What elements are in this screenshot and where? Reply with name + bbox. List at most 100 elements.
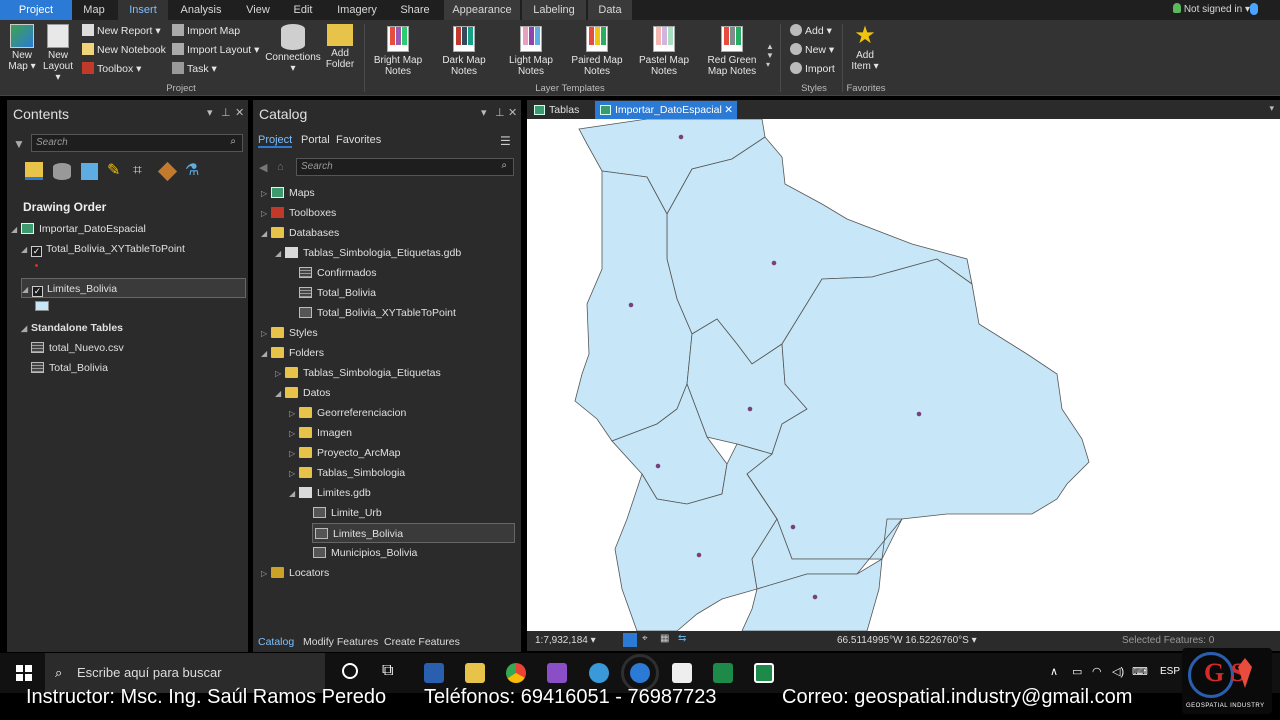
point-feature[interactable] <box>916 411 922 417</box>
gallery-expand-icon[interactable]: ▲ ▼ ▾ <box>766 42 774 69</box>
point-feature[interactable] <box>747 406 753 412</box>
visual-studio-icon[interactable] <box>547 663 567 683</box>
chrome-icon[interactable] <box>506 663 526 683</box>
catalog-gdb[interactable]: ◢ Tablas_Simbologia_Etiquetas.gdb <box>275 243 461 263</box>
language-indicator[interactable]: ESP <box>1160 666 1180 677</box>
task-view-icon[interactable]: ⧉ <box>382 662 393 680</box>
connections-button[interactable]: Connections ▾ <box>264 24 322 74</box>
fixed-zoom-icon[interactable] <box>623 633 637 647</box>
tray-chevron-icon[interactable]: ∧ <box>1050 665 1058 678</box>
notification-icon[interactable] <box>1250 3 1258 15</box>
table-item[interactable]: Total_Bolivia <box>31 358 108 378</box>
red-green-map-notes-button[interactable]: Red Green Map Notes <box>702 26 762 77</box>
bright-map-notes-button[interactable]: Bright Map Notes <box>370 26 426 77</box>
tab-analysis[interactable]: Analysis <box>174 0 228 20</box>
drawing-order-icon[interactable] <box>25 162 43 180</box>
style-add-button[interactable]: Add ▾ <box>790 24 832 37</box>
excel-csv-icon[interactable] <box>754 663 774 683</box>
catalog-search-input[interactable]: Search ⌕ <box>296 158 514 176</box>
gdb-item[interactable]: Total_Bolivia_XYTableToPoint <box>299 303 456 323</box>
light-map-notes-button[interactable]: Light Map Notes <box>503 26 559 77</box>
bottom-tab-catalog[interactable]: Catalog <box>258 636 294 648</box>
excel-icon[interactable] <box>713 663 733 683</box>
bolivia-map[interactable] <box>527 119 1280 631</box>
point-feature[interactable] <box>790 524 796 530</box>
catalog-databases[interactable]: ◢ Databases <box>261 223 339 243</box>
home-icon[interactable]: ⌂ <box>277 161 284 173</box>
keyboard-icon[interactable]: ⌨ <box>1132 665 1148 678</box>
point-feature[interactable] <box>812 594 818 600</box>
pin-icon[interactable]: ⊥ <box>221 106 231 119</box>
tab-map[interactable]: Map <box>76 0 112 20</box>
coordinates-readout[interactable]: 66.5114995°W 16.5226760°S ▾ <box>837 635 977 646</box>
windows-start-icon[interactable] <box>16 665 32 681</box>
sign-in-status[interactable]: Not signed in ▾ <box>1172 3 1250 15</box>
selection-icon[interactable] <box>81 163 98 180</box>
pane-options-icon[interactable]: ▾ <box>207 106 213 119</box>
limites-gdb[interactable]: ◢ Limites.gdb <box>289 483 371 503</box>
tab-view[interactable]: View <box>238 0 278 20</box>
tab-appearance[interactable]: Appearance <box>444 0 520 20</box>
catalog-locators[interactable]: ▷ Locators <box>261 563 329 583</box>
tab-project[interactable]: Project <box>0 0 72 20</box>
close-icon[interactable]: ✕ <box>235 106 244 119</box>
folder-item[interactable]: ▷ Imagen <box>289 423 352 443</box>
folder-item[interactable]: ▷ Tablas_Simbologia <box>289 463 405 483</box>
extent-icon[interactable]: ⌖ <box>642 633 648 644</box>
snapping-icon[interactable]: ⌗ <box>133 163 150 180</box>
toolbox-button[interactable]: Toolbox ▾ <box>82 62 141 75</box>
point-feature[interactable] <box>696 552 702 558</box>
gdb-item[interactable]: Total_Bolivia <box>299 283 376 303</box>
scale-selector[interactable]: 1:7,932,184 ▾ <box>535 635 596 646</box>
charts-icon[interactable]: ⚗ <box>185 163 202 180</box>
cortana-icon[interactable] <box>342 663 358 679</box>
tab-edit[interactable]: Edit <box>284 0 322 20</box>
grid-icon[interactable]: ▦ <box>660 633 669 644</box>
new-report-button[interactable]: New Report ▾ <box>82 24 161 37</box>
catalog-folders[interactable]: ◢ Folders <box>261 343 324 363</box>
back-icon[interactable]: ◀ <box>259 161 267 174</box>
layer-visibility-checkbox[interactable]: ✓ <box>31 246 42 257</box>
layer-points[interactable]: ◢ ✓ Total_Bolivia_XYTableToPoint <box>21 239 185 259</box>
folder-datos[interactable]: ◢ Datos <box>275 383 330 403</box>
map-view[interactable] <box>527 119 1280 631</box>
gdb-item[interactable]: Limite_Urb <box>313 503 382 523</box>
new-layout-button[interactable]: New Layout ▾ <box>40 24 76 83</box>
editing-icon[interactable]: ✎ <box>107 163 124 180</box>
tab-insert[interactable]: Insert <box>118 0 168 20</box>
gdb-item-selected[interactable]: Limites_Bolivia <box>312 523 515 543</box>
tab-tablas[interactable]: Tablas <box>529 101 591 119</box>
selected-features-count[interactable]: Selected Features: 0 <box>1122 635 1214 646</box>
import-layout-button[interactable]: Import Layout ▾ <box>172 43 259 56</box>
bottom-tab-create-features[interactable]: Create Features <box>384 636 460 648</box>
gdb-item[interactable]: Municipios_Bolivia <box>313 543 417 563</box>
dark-map-notes-button[interactable]: Dark Map Notes <box>436 26 492 77</box>
paired-map-notes-button[interactable]: Paired Map Notes <box>569 26 625 77</box>
folder-item[interactable]: ▷ Proyecto_ArcMap <box>289 443 400 463</box>
style-new-button[interactable]: New ▾ <box>790 43 834 56</box>
gdb-item[interactable]: Confirmados <box>299 263 377 283</box>
wifi-icon[interactable]: ◠ <box>1092 665 1102 678</box>
catalog-toolboxes[interactable]: ▷ Toolboxes <box>261 203 336 223</box>
new-notebook-button[interactable]: New Notebook <box>82 43 166 56</box>
layer-limites[interactable]: ◢ ✓ Limites_Bolivia <box>21 278 246 298</box>
battery-icon[interactable]: ▭ <box>1072 665 1082 678</box>
pastel-map-notes-button[interactable]: Pastel Map Notes <box>636 26 692 77</box>
catalog-maps[interactable]: ▷ Maps <box>261 183 315 203</box>
folder-item[interactable]: ▷ Georreferenciacion <box>289 403 406 423</box>
style-import-button[interactable]: Import <box>790 62 835 75</box>
catalog-styles[interactable]: ▷ Styles <box>261 323 318 343</box>
add-item-button[interactable]: ★ Add Item ▾ <box>846 24 884 73</box>
point-feature[interactable] <box>628 302 634 308</box>
volume-icon[interactable]: ◁) <box>1112 665 1124 678</box>
new-map-button[interactable]: New Map ▾ <box>6 24 38 72</box>
catalog-tab-project[interactable]: Project <box>258 134 293 148</box>
tab-share[interactable]: Share <box>392 0 438 20</box>
import-map-button[interactable]: Import Map <box>172 24 240 37</box>
tab-imagery[interactable]: Imagery <box>330 0 384 20</box>
pin-icon[interactable]: ⊥ <box>495 106 505 119</box>
tab-labeling[interactable]: Labeling <box>522 0 586 20</box>
point-feature[interactable] <box>655 463 661 469</box>
filter-icon[interactable]: ▼ <box>13 137 25 151</box>
tab-importar-datoespacial[interactable]: Importar_DatoEspacial ✕ <box>595 101 737 119</box>
